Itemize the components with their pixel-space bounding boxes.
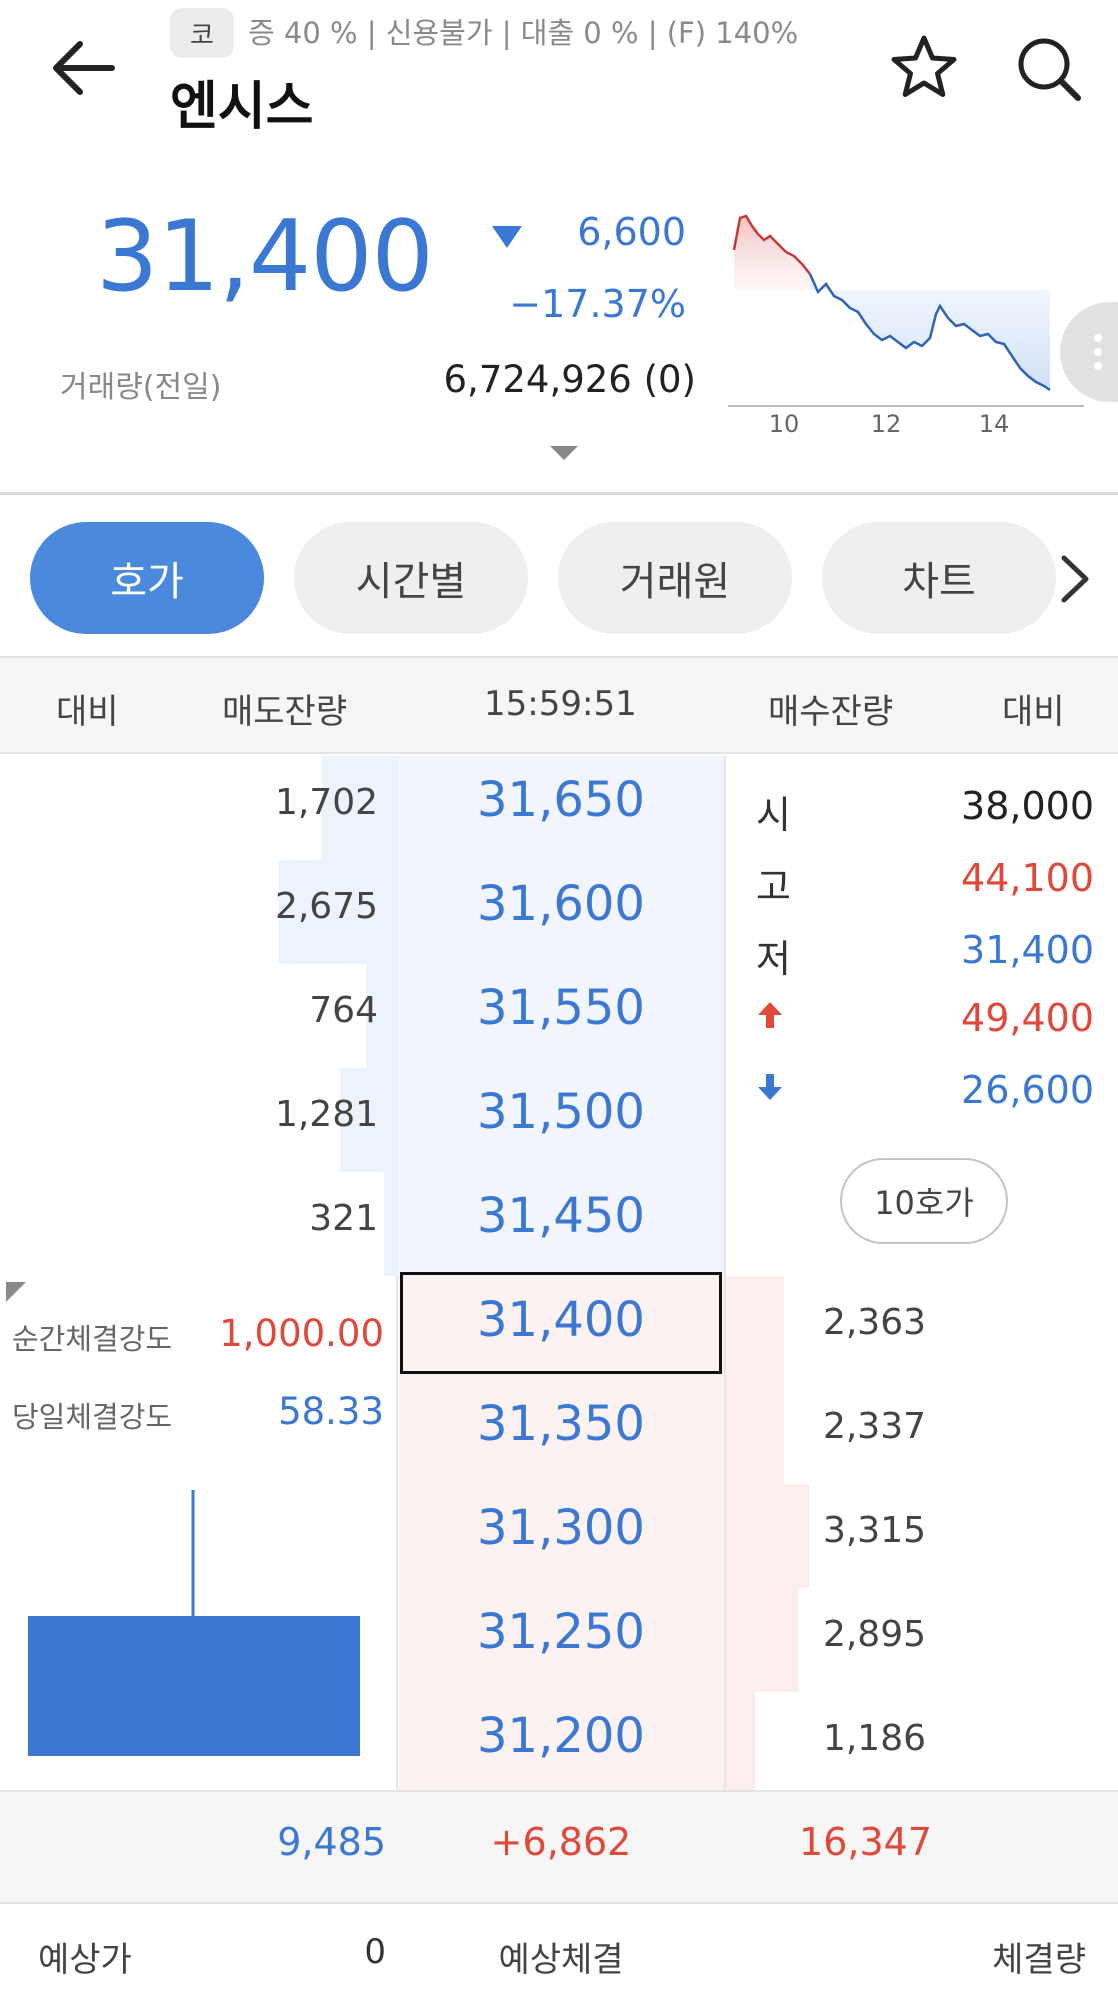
ask-qty: 1,702 — [274, 782, 378, 823]
chart-area-down — [810, 274, 1050, 390]
price-change-percent: −17.37% — [509, 282, 686, 326]
bid-qty: 2,895 — [822, 1614, 926, 1655]
more-vertical-icon — [1094, 334, 1102, 370]
price-change-value: 6,600 — [577, 210, 686, 254]
bid-total: 16,347 — [799, 1820, 932, 1864]
bid-price[interactable]: 31,300 — [398, 1500, 724, 1556]
expand-down-icon[interactable] — [548, 444, 580, 462]
low-label: 저 — [756, 937, 791, 981]
chart-area-up — [734, 216, 810, 290]
back-arrow-icon — [53, 41, 115, 95]
bid-price[interactable]: 31,250 — [398, 1604, 724, 1660]
day-strength-label: 당일체결강도 — [12, 1400, 173, 1434]
instant-strength-value: 1,000.00 — [219, 1312, 384, 1355]
up-arrow-icon — [758, 1002, 782, 1028]
ask-price[interactable]: 31,600 — [398, 876, 724, 932]
stock-meta-info: 증 40 % | 신용불가 | 대출 0 % | (F) 140% — [248, 16, 799, 50]
lower-limit-value: 26,600 — [961, 1068, 1094, 1112]
candle-body — [28, 1616, 360, 1756]
fill-qty-label: 체결량 — [992, 1940, 1086, 1980]
ask-diff-header: 대비 — [56, 692, 119, 732]
bid-qty-bar — [726, 1588, 798, 1692]
divider — [0, 492, 1118, 495]
tab-hoga[interactable]: 호가 — [30, 522, 264, 634]
ask-total: 9,485 — [277, 1820, 386, 1864]
ask-price[interactable]: 31,650 — [398, 772, 724, 828]
stock-name: 엔시스 — [170, 77, 314, 137]
ask-qty: 2,675 — [274, 886, 378, 927]
mini-price-chart[interactable]: 10 12 14 — [728, 200, 1084, 436]
ask-qty: 1,281 — [274, 1094, 378, 1135]
bid-qty: 2,337 — [822, 1406, 926, 1447]
back-button[interactable] — [46, 30, 122, 106]
tab-chart[interactable]: 차트 — [822, 522, 1056, 634]
star-icon — [891, 35, 957, 97]
ask-price[interactable]: 31,550 — [398, 980, 724, 1036]
tab-time[interactable]: 시간별 — [294, 522, 528, 634]
expected-price-label: 예상가 — [38, 1940, 132, 1980]
bid-qty-bar — [726, 1692, 755, 1796]
chart-x-tick: 14 — [979, 410, 1010, 436]
bid-qty: 3,315 — [822, 1510, 926, 1551]
side-menu-handle[interactable] — [1060, 302, 1118, 402]
market-badge: 코 — [170, 8, 234, 58]
orderbook-header: 대비 매도잔량 15:59:51 매수잔량 대비 — [0, 658, 1118, 754]
search-icon — [1018, 38, 1081, 101]
chevron-right-icon[interactable] — [1054, 552, 1094, 606]
bid-qty-header: 매수잔량 — [768, 692, 894, 732]
ask-price[interactable]: 31,500 — [398, 1084, 724, 1140]
down-triangle-icon — [492, 226, 522, 248]
instant-strength-label: 순간체결강도 — [12, 1322, 173, 1356]
favorite-button[interactable] — [888, 32, 960, 104]
expected-price-value: 0 — [364, 1932, 386, 1972]
volume-label: 거래량(전일) — [60, 370, 222, 405]
expected-fill-label: 예상체결 — [498, 1940, 624, 1980]
bid-diff-header: 대비 — [1002, 692, 1065, 732]
high-value: 44,100 — [961, 856, 1094, 900]
search-button[interactable] — [1012, 32, 1084, 104]
bid-qty-bar — [726, 1276, 784, 1380]
ask-qty-header: 매도잔량 — [222, 692, 348, 732]
tab-broker[interactable]: 거래원 — [558, 522, 792, 634]
strength-candle-chart — [28, 1490, 360, 1756]
day-strength-value: 58.33 — [278, 1390, 384, 1433]
corner-marker-icon — [6, 1282, 26, 1302]
bid-price[interactable]: 31,350 — [398, 1396, 724, 1452]
ask-qty: 764 — [309, 990, 378, 1031]
bid-qty-bar — [726, 1484, 809, 1588]
time-header: 15:59:51 — [484, 684, 637, 724]
upper-limit-value: 49,400 — [961, 996, 1094, 1040]
hoga10-button[interactable]: 10호가 — [840, 1158, 1008, 1244]
open-label: 시 — [756, 793, 791, 837]
down-arrow-icon — [758, 1074, 782, 1100]
ask-price[interactable]: 31,450 — [398, 1188, 724, 1244]
bid-qty-bar — [726, 1380, 784, 1484]
ask-qty-bar — [384, 1172, 398, 1276]
chart-x-tick: 12 — [871, 410, 902, 436]
high-label: 고 — [756, 865, 791, 909]
open-value: 38,000 — [961, 784, 1094, 828]
chart-x-tick: 10 — [769, 410, 800, 436]
bid-qty: 1,186 — [822, 1718, 926, 1759]
volume-value: 6,724,926 (0) — [443, 358, 696, 401]
bid-price[interactable]: 31,400 — [398, 1292, 724, 1348]
total-diff: +6,862 — [490, 1820, 632, 1864]
bid-qty: 2,363 — [822, 1302, 926, 1343]
current-price: 31,400 — [96, 200, 434, 314]
ask-qty: 321 — [309, 1198, 378, 1239]
bid-price[interactable]: 31,200 — [398, 1708, 724, 1764]
low-value: 31,400 — [961, 928, 1094, 972]
